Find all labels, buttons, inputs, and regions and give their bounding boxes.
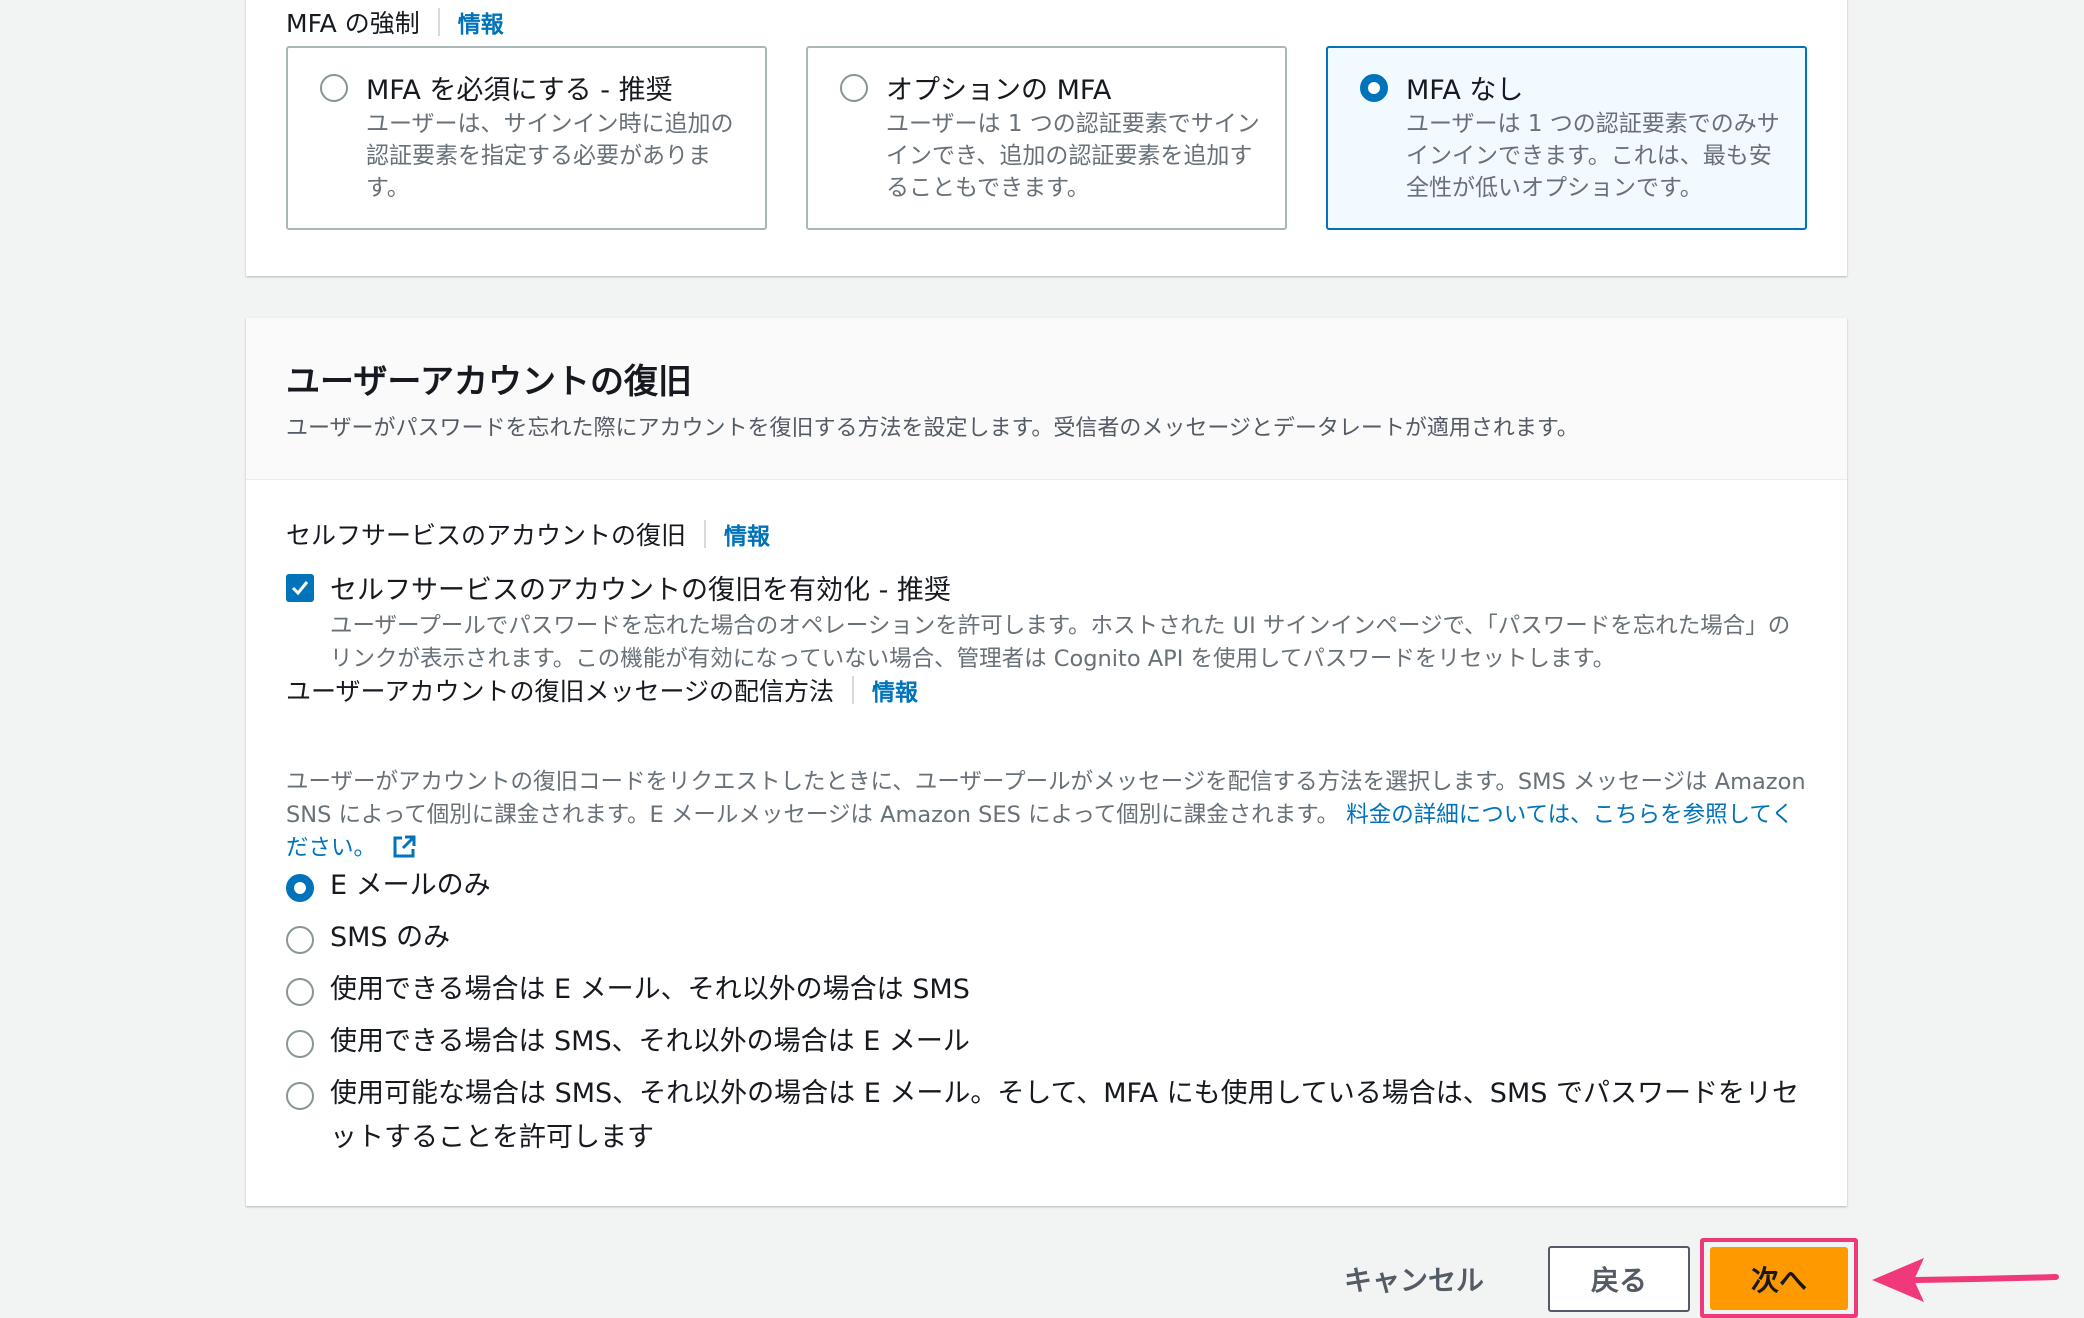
self-service-description: ユーザープールでパスワードを忘れた場合のオペレーションを許可します。ホストされた… — [330, 613, 1791, 672]
option-title: MFA なし — [1406, 75, 1524, 106]
self-service-label-row: セルフサービスのアカウントの復旧 情報 — [286, 516, 770, 552]
radio-button[interactable] — [286, 978, 314, 1006]
checkmark-icon — [291, 581, 309, 596]
delivery-option-email-then-sms[interactable]: 使用できる場合は E メール、それ以外の場合は SMS — [286, 974, 970, 1012]
radio-button-selected[interactable] — [286, 874, 314, 902]
self-service-checkbox[interactable] — [286, 574, 314, 602]
mfa-enforcement-label-row: MFA の強制 情報 — [286, 4, 504, 40]
delivery-label-row: ユーザーアカウントの復旧メッセージの配信方法 情報 — [286, 672, 918, 708]
delivery-info-link[interactable]: 情報 — [872, 673, 918, 707]
external-link-icon — [393, 835, 416, 858]
radio-button-selected[interactable] — [1360, 74, 1388, 102]
cancel-button[interactable]: キャンセル — [1330, 1254, 1498, 1304]
self-service-label: セルフサービスのアカウントの復旧 — [286, 521, 687, 550]
next-button[interactable]: 次へ — [1710, 1247, 1848, 1310]
panel-description: ユーザーがパスワードを忘れた際にアカウントを復旧する方法を設定します。受信者のメ… — [286, 416, 1579, 441]
divider — [852, 676, 855, 704]
mfa-option-required[interactable]: MFA を必須にする - 推奨 ユーザーは、サインイン時に追加の認証要素を指定す… — [286, 46, 767, 230]
back-button[interactable]: 戻る — [1548, 1246, 1690, 1312]
option-label: 使用可能な場合は SMS、それ以外の場合は E メール。そして、MFA にも使用… — [330, 1078, 1799, 1153]
option-label: 使用できる場合は SMS、それ以外の場合は E メール — [330, 1026, 970, 1057]
delivery-option-sms-then-email[interactable]: 使用できる場合は SMS、それ以外の場合は E メール — [286, 1026, 970, 1064]
pointer-arrow-icon — [1872, 1258, 2059, 1302]
option-title: オプションの MFA — [886, 75, 1112, 106]
option-label: E メールのみ — [330, 870, 491, 901]
delivery-option-sms-only[interactable]: SMS のみ — [286, 922, 450, 960]
radio-button[interactable] — [286, 926, 314, 954]
panel-header: ユーザーアカウントの復旧 ユーザーがパスワードを忘れた際にアカウントを復旧する方… — [246, 318, 1847, 480]
divider — [437, 8, 440, 36]
radio-button[interactable] — [286, 1082, 314, 1110]
radio-button[interactable] — [840, 74, 868, 102]
self-service-checkbox-label[interactable]: セルフサービスのアカウントの復旧を有効化 - 推奨 — [330, 568, 951, 607]
option-label: SMS のみ — [330, 922, 451, 953]
radio-button[interactable] — [286, 1030, 314, 1058]
mfa-option-none[interactable]: MFA なし ユーザーは 1 つの認証要素でのみサインインできます。これは、最も… — [1326, 46, 1807, 230]
option-description: ユーザーは、サインイン時に追加の認証要素を指定する必要があります。 — [366, 111, 734, 201]
page: MFA の強制 情報 MFA を必須にする - 推奨 ユーザーは、サインイン時に… — [0, 0, 2084, 1318]
self-service-info-link[interactable]: 情報 — [724, 517, 770, 551]
mfa-panel: MFA の強制 情報 MFA を必須にする - 推奨 ユーザーは、サインイン時に… — [246, 0, 1847, 276]
mfa-info-link[interactable]: 情報 — [458, 5, 504, 39]
option-description: ユーザーは 1 つの認証要素でサインインでき、追加の認証要素を追加することもでき… — [886, 111, 1260, 201]
mfa-enforcement-label: MFA の強制 — [286, 9, 420, 38]
option-title: MFA を必須にする - 推奨 — [366, 75, 673, 106]
account-recovery-panel: ユーザーアカウントの復旧 ユーザーがパスワードを忘れた際にアカウントを復旧する方… — [246, 318, 1847, 1206]
delivery-description: ユーザーがアカウントの復旧コードをリクエストしたときに、ユーザープールがメッセー… — [286, 766, 1811, 865]
divider — [704, 520, 707, 548]
delivery-method-label: ユーザーアカウントの復旧メッセージの配信方法 — [286, 677, 835, 706]
option-description: ユーザーは 1 つの認証要素でのみサインインできます。これは、最も安全性が低いオ… — [1406, 111, 1780, 201]
delivery-option-sms-mfa[interactable]: 使用可能な場合は SMS、それ以外の場合は E メール。そして、MFA にも使用… — [286, 1078, 1816, 1160]
delivery-option-email-only[interactable]: E メールのみ — [286, 870, 491, 908]
panel-title: ユーザーアカウントの復旧 — [286, 362, 692, 402]
option-label: 使用できる場合は E メール、それ以外の場合は SMS — [330, 974, 970, 1005]
mfa-option-optional[interactable]: オプションの MFA ユーザーは 1 つの認証要素でサインインでき、追加の認証要… — [806, 46, 1287, 230]
radio-button[interactable] — [320, 74, 348, 102]
